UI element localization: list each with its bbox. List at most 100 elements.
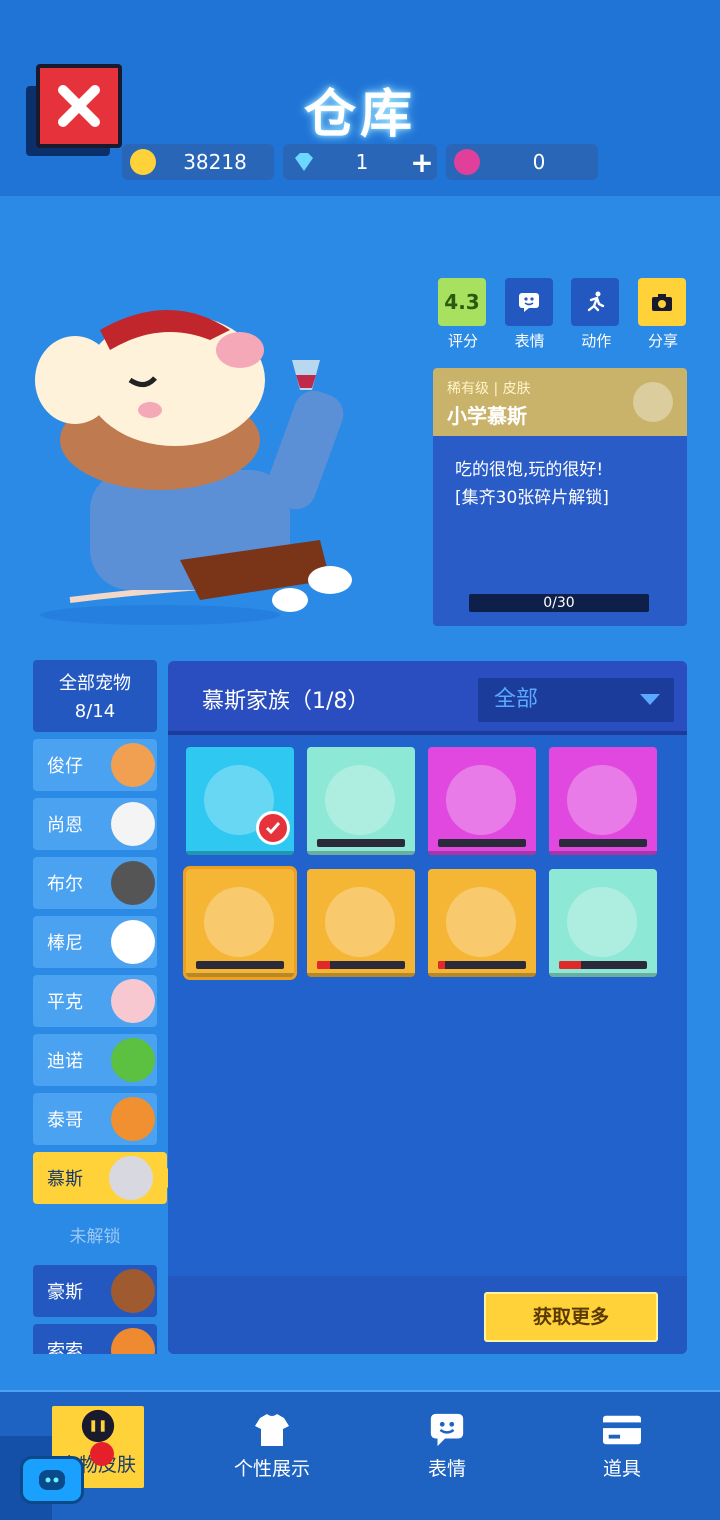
family-title: 慕斯家族（1/8） — [202, 689, 370, 714]
skin-grid — [183, 747, 676, 980]
skin-preview-image — [446, 887, 516, 957]
skin-tile[interactable] — [428, 869, 536, 977]
get-more-zone: 获取更多 — [168, 1276, 687, 1354]
check-icon — [256, 811, 290, 845]
diamond-balance: 1 + — [283, 144, 437, 180]
sidebar-item-bangni[interactable]: 棒尼 — [33, 916, 157, 968]
rating-score: 4.3 — [438, 278, 486, 326]
skin-tile[interactable] — [307, 869, 415, 977]
dog-avatar — [111, 743, 155, 787]
filter-value: 全部 — [494, 687, 539, 712]
pig-avatar — [111, 979, 155, 1023]
rarity-badge-icon — [633, 382, 673, 422]
skin-preview-image — [204, 887, 274, 957]
coin-balance: 38218 — [122, 144, 274, 180]
sidebar-item-label: 泰哥 — [47, 1110, 83, 1131]
fragment-progress-fill — [438, 961, 446, 969]
skin-preview-image — [567, 887, 637, 957]
diamond-icon — [291, 149, 317, 175]
sidebar-item-musi[interactable]: 慕斯 — [33, 1152, 169, 1204]
skin-desc-line-1: 吃的很饱,玩的很好! — [455, 460, 604, 480]
tab-emoji[interactable]: 表情 — [397, 1410, 497, 1481]
fragment-progress-bar — [438, 839, 526, 847]
sidebar-item-all[interactable]: 全部宠物 8/14 — [33, 660, 157, 732]
sidebar-item-label: 平克 — [47, 992, 83, 1013]
rating-label: 评分 — [447, 332, 478, 350]
share-label: 分享 — [647, 332, 678, 350]
skin-preview-image — [446, 765, 516, 835]
tab-personal-display[interactable]: 个性展示 — [222, 1410, 322, 1481]
rating-action[interactable]: 4.3 评分 — [438, 278, 488, 351]
skin-info-card: 稀有级 | 皮肤 小学慕斯 吃的很饱,玩的很好! [集齐30张碎片解锁] 0/3… — [433, 368, 687, 626]
bull-avatar — [111, 861, 155, 905]
emoji-action[interactable]: 表情 — [504, 278, 555, 351]
horse-avatar — [111, 1269, 155, 1313]
fragment-progress-bar — [317, 839, 405, 847]
emoji-label: 表情 — [514, 332, 545, 350]
action-bar: 4.3 评分 表情 动作 分享 — [438, 278, 688, 351]
fragment-progress-fill — [559, 961, 581, 969]
fragment-progress-bar — [438, 961, 526, 969]
skin-preview-image — [567, 765, 637, 835]
sidebar-item-pingke[interactable]: 平克 — [33, 975, 157, 1027]
filter-dropdown[interactable]: 全部 — [478, 678, 674, 722]
assistant-float-icon[interactable] — [20, 1456, 84, 1504]
get-more-button[interactable]: 获取更多 — [484, 1292, 658, 1342]
sidebar-item-label: 俊仔 — [47, 756, 83, 777]
sidebar-item-taige[interactable]: 泰哥 — [33, 1093, 157, 1145]
fox-avatar — [111, 1328, 155, 1354]
coin-value: 38218 — [183, 150, 247, 174]
motion-label: 动作 — [581, 332, 612, 350]
sidebar-item-dinuo[interactable]: 迪诺 — [33, 1034, 157, 1086]
shirt-icon — [250, 1410, 294, 1450]
sidebar-item-suosuo[interactable]: 索索 — [33, 1324, 157, 1354]
page-title: 仓库 — [303, 85, 416, 145]
skin-tile[interactable] — [428, 747, 536, 855]
mouse-avatar — [109, 1156, 153, 1200]
sidebar-all-count: 8/14 — [74, 701, 116, 722]
dino-avatar — [111, 1038, 155, 1082]
sheep-avatar — [111, 802, 155, 846]
sidebar-item-label: 索索 — [47, 1341, 83, 1354]
tiger-avatar — [111, 1097, 155, 1141]
coin-icon — [130, 149, 156, 175]
sidebar-item-label: 布尔 — [47, 874, 83, 895]
sidebar-item-junzai[interactable]: 俊仔 — [33, 739, 157, 791]
fragment-progress-bar — [196, 961, 284, 969]
chevron-down-icon — [640, 694, 660, 705]
share-action[interactable]: 分享 — [637, 278, 688, 351]
pet-sidebar[interactable]: 全部宠物 8/14 俊仔 尚恩 布尔 棒尼 平克 迪诺 泰哥 慕斯 未解锁 豪斯… — [33, 660, 169, 1354]
sidebar-item-label: 豪斯 — [47, 1282, 83, 1303]
skin-tile[interactable] — [186, 747, 294, 855]
tab-items[interactable]: 道具 — [572, 1410, 672, 1481]
sidebar-item-label: 慕斯 — [47, 1169, 83, 1190]
skin-tile[interactable] — [549, 869, 657, 977]
notification-dot — [90, 1442, 114, 1466]
skin-tile[interactable] — [307, 747, 415, 855]
add-diamond-button[interactable]: + — [407, 146, 437, 179]
sidebar-all-label: 全部宠物 — [59, 673, 131, 694]
emoji-icon — [425, 1410, 469, 1450]
diamond-value: 1 — [355, 150, 369, 174]
pet-skin-icon — [76, 1406, 120, 1446]
skin-desc-line-2: [集齐30张碎片解锁] — [455, 488, 609, 508]
fragment-progress-fill — [317, 961, 331, 969]
sidebar-item-label: 棒尼 — [47, 933, 83, 954]
skin-preview-image — [325, 765, 395, 835]
tab-label: 道具 — [602, 1458, 641, 1480]
sidebar-item-label: 迪诺 — [47, 1051, 83, 1072]
sidebar-item-buer[interactable]: 布尔 — [33, 857, 157, 909]
tab-label: 个性展示 — [233, 1458, 310, 1480]
lotus-balance: 0 — [446, 144, 598, 180]
camera-icon — [637, 278, 686, 326]
skin-tile[interactable] — [183, 866, 297, 980]
pet-character-image — [30, 300, 370, 630]
lotus-value: 0 — [532, 150, 546, 174]
sidebar-item-haosi[interactable]: 豪斯 — [33, 1265, 157, 1317]
skin-description: 吃的很饱,玩的很好! [集齐30张碎片解锁] — [433, 436, 687, 512]
skin-tile[interactable] — [549, 747, 657, 855]
run-icon — [571, 278, 620, 326]
tab-label: 表情 — [427, 1458, 466, 1480]
motion-action[interactable]: 动作 — [571, 278, 621, 351]
sidebar-item-shangen[interactable]: 尚恩 — [33, 798, 157, 850]
